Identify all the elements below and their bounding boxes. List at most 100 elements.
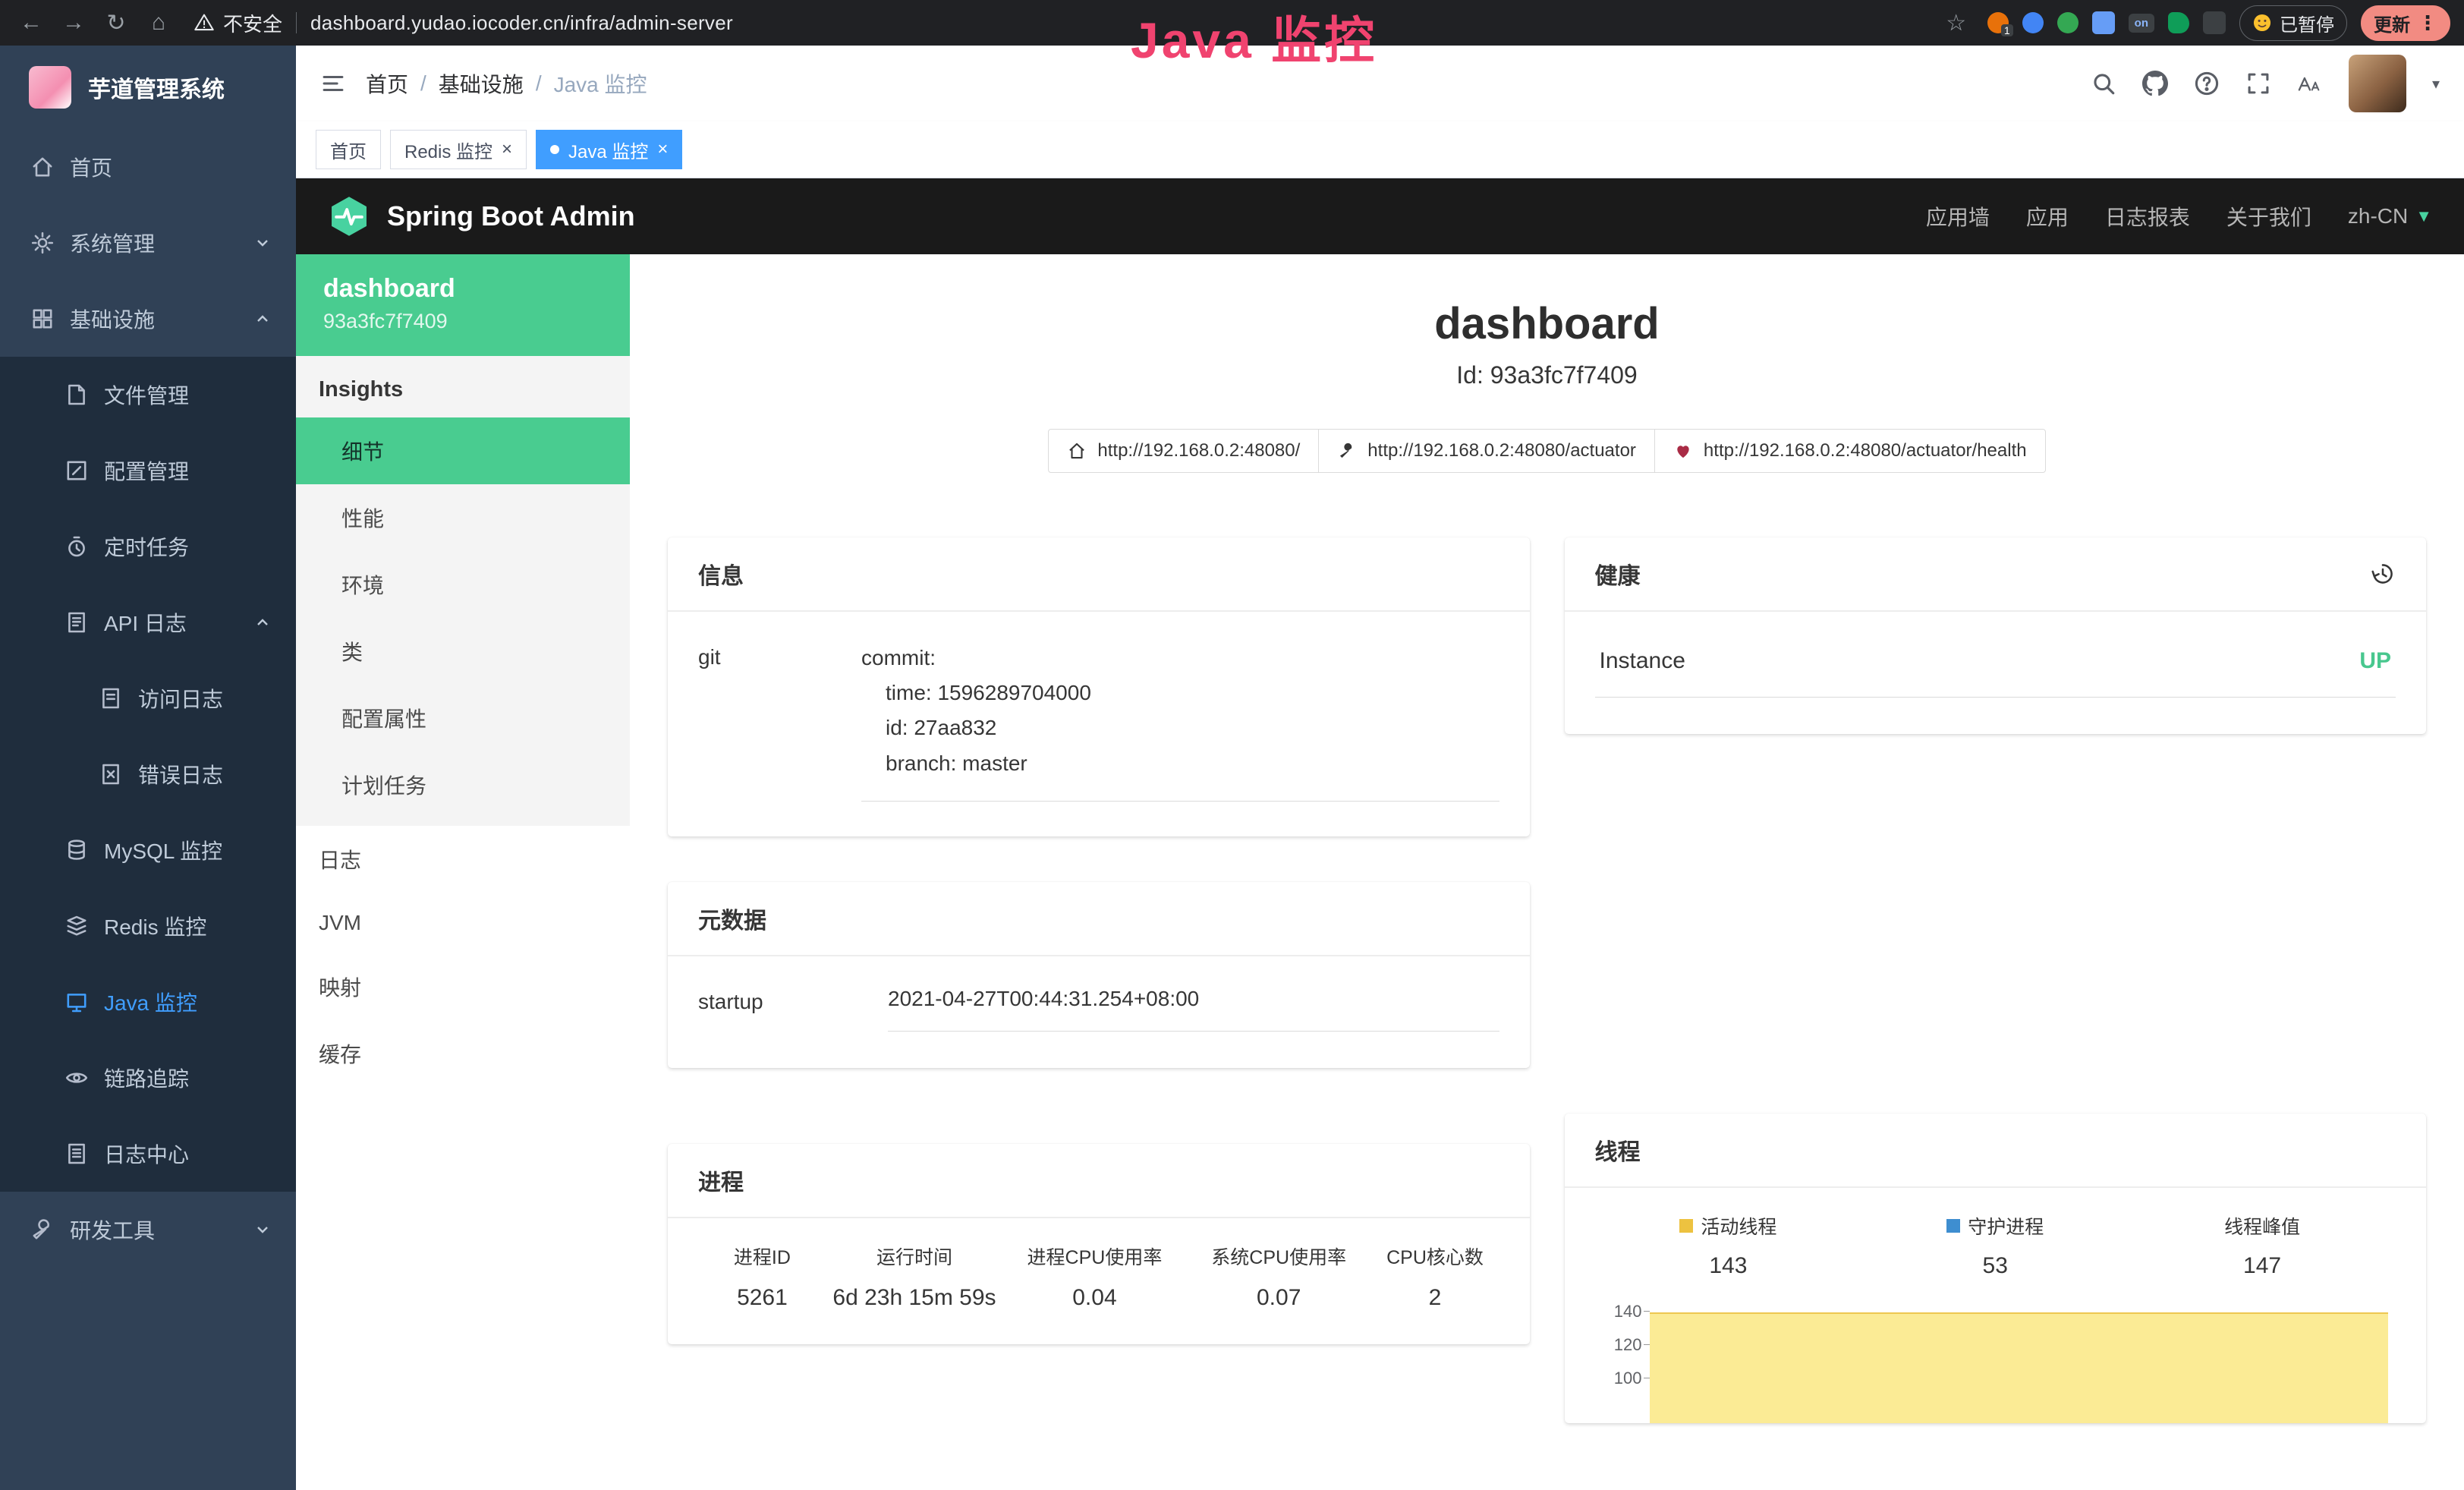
extension-icon-puzzle[interactable] [2203,11,2226,34]
sba-item-scheduled-tasks[interactable]: 计划任务 [296,751,630,818]
sba-insights-group: Insights 细节 性能 环境 类 配置属性 计划任务 [296,356,630,826]
timer-icon [65,534,89,559]
sba-nav-journal[interactable]: 日志报表 [2105,201,2190,232]
github-icon[interactable] [2142,71,2168,96]
chevron-down-icon [253,234,272,252]
health-url-link[interactable]: http://192.168.0.2:48080/actuator/health [1654,429,2046,473]
update-label: 更新 [2374,10,2410,36]
sba-item-mappings[interactable]: 映射 [296,953,630,1020]
sba-item-logs[interactable]: 日志 [296,826,630,893]
tab-home[interactable]: 首页 [316,130,381,169]
sba-instance-block[interactable]: dashboard 93a3fc7f7409 [296,254,630,356]
sidebar-item-config-mgmt[interactable]: 配置管理 [0,433,296,509]
address-bar[interactable]: 不安全 dashboard.yudao.iocoder.cn/infra/adm… [194,9,733,37]
sba-item-details[interactable]: 细节 [296,417,630,484]
sba-item-environment[interactable]: 环境 [296,551,630,618]
sba-brand[interactable]: Spring Boot Admin [387,200,635,232]
legend-peak-threads: 线程峰值 [2129,1212,2396,1240]
service-url-link[interactable]: http://192.168.0.2:48080/ [1048,429,1319,473]
sba-nav-wallboard[interactable]: 应用墙 [1926,201,1990,232]
avatar-caret-down-icon[interactable]: ▾ [2432,74,2440,93]
fullscreen-icon[interactable] [2245,71,2271,96]
breadcrumb-separator: / [420,71,426,96]
sidebar-item-mysql-monitor[interactable]: MySQL 监控 [0,812,296,888]
kebab-menu-icon[interactable]: ⋮ [2418,11,2437,35]
sidebar-item-file-mgmt[interactable]: 文件管理 [0,357,296,433]
extension-icon-leaf[interactable] [2168,12,2189,33]
sidebar-item-log-center[interactable]: 日志中心 [0,1116,296,1192]
forward-icon[interactable]: → [56,10,91,36]
y-tick: 120 [1614,1335,1642,1355]
home-icon[interactable]: ⌂ [141,10,176,36]
sidebar-item-label: 研发工具 [70,1214,155,1245]
breadcrumb-current: Java 监控 [554,68,647,99]
sba-item-caches[interactable]: 缓存 [296,1020,630,1087]
sidebar-item-redis-monitor[interactable]: Redis 监控 [0,888,296,964]
history-icon[interactable] [2370,561,2396,587]
sba-item-jvm[interactable]: JVM [296,893,630,953]
actuator-url-link[interactable]: http://192.168.0.2:48080/actuator [1318,429,1655,473]
search-icon[interactable] [2091,71,2116,96]
instance-name: dashboard [323,274,603,304]
breadcrumb-section[interactable]: 基础设施 [439,68,524,99]
tab-java-monitor[interactable]: Java 监控 × [536,130,682,169]
avatar[interactable] [2349,55,2406,112]
sidebar-item-tracing[interactable]: 链路追踪 [0,1040,296,1116]
legend-label: 活动线程 [1701,1212,1776,1240]
sidebar-item-system-mgmt[interactable]: 系统管理 [0,205,296,281]
threads-chart-y-axis: 140 120 100 [1595,1302,1650,1423]
tab-redis-monitor[interactable]: Redis 监控 × [390,130,527,169]
sidebar-item-error-log[interactable]: 错误日志 [0,736,296,812]
help-icon[interactable] [2194,71,2220,96]
sba-locale-select[interactable]: zh-CN ▼ [2348,204,2432,228]
menu-fold-icon[interactable] [320,71,346,96]
sidebar-item-access-log[interactable]: 访问日志 [0,660,296,736]
metadata-key: startup [698,987,888,1032]
sba-logo-icon [328,195,370,238]
sidebar-menu: 首页 系统管理 基础设施 文件管理 配置管理 [0,129,296,1268]
app-logo-row[interactable]: 芋道管理系统 [0,46,296,129]
sba-item-classes[interactable]: 类 [296,618,630,685]
extensions-paused-pill[interactable]: 已暂停 [2239,5,2347,41]
sba-nav-applications[interactable]: 应用 [2026,201,2069,232]
y-tick: 100 [1614,1369,1642,1388]
threads-legend: 活动线程 守护进程 线程峰值 [1595,1212,2396,1240]
sidebar-item-devtools[interactable]: 研发工具 [0,1192,296,1268]
breadcrumb: 首页 / 基础设施 / Java 监控 [366,68,647,99]
api-log-icon [65,610,89,635]
git-time-line: time: 1596289704000 [861,676,1499,710]
page-subtitle: Id: 93a3fc7f7409 [630,361,2464,389]
sba-item-metrics[interactable]: 性能 [296,484,630,551]
col-uptime: 运行时间 [826,1243,1002,1270]
sba-item-config-props[interactable]: 配置属性 [296,685,630,751]
extension-icon-green-circle[interactable] [2057,12,2079,33]
sidebar-item-infrastructure[interactable]: 基础设施 [0,281,296,357]
peak-threads-value: 147 [2129,1253,2396,1279]
sba-nav-about[interactable]: 关于我们 [2226,201,2311,232]
extension-icon-on-switch[interactable]: on [2129,14,2154,33]
reload-icon[interactable]: ↻ [99,10,134,36]
git-commit-line: commit: [861,641,1499,676]
paused-label: 已暂停 [2280,10,2334,36]
back-icon[interactable]: ← [14,10,49,36]
info-key: git [698,641,861,802]
breadcrumb-home[interactable]: 首页 [366,68,408,99]
close-icon[interactable]: × [657,140,668,159]
close-icon[interactable]: × [502,140,512,159]
sidebar-item-home[interactable]: 首页 [0,129,296,205]
git-id-line: id: 27aa832 [861,710,1499,745]
browser-update-button[interactable]: 更新 ⋮ [2361,5,2450,41]
sidebar-item-java-monitor[interactable]: Java 监控 [0,964,296,1040]
extension-icon-blue-drop[interactable] [2022,12,2044,33]
tags-view-bar: 首页 Redis 监控 × Java 监控 × [296,121,2464,178]
extension-icon-orange[interactable]: 1 [1987,12,2009,33]
legend-swatch-blue [1946,1219,1960,1233]
sidebar-item-scheduled-jobs[interactable]: 定时任务 [0,509,296,584]
bookmark-star-icon[interactable]: ☆ [1939,10,1974,36]
font-size-icon[interactable] [2297,71,2323,96]
sidebar-item-api-log[interactable]: API 日志 [0,584,296,660]
live-threads-value: 143 [1595,1253,1862,1279]
extension-icon-grid[interactable] [2092,11,2115,34]
chevron-up-icon [253,310,272,328]
threads-card: 线程 活动线程 守护进程 [1565,1114,2427,1423]
